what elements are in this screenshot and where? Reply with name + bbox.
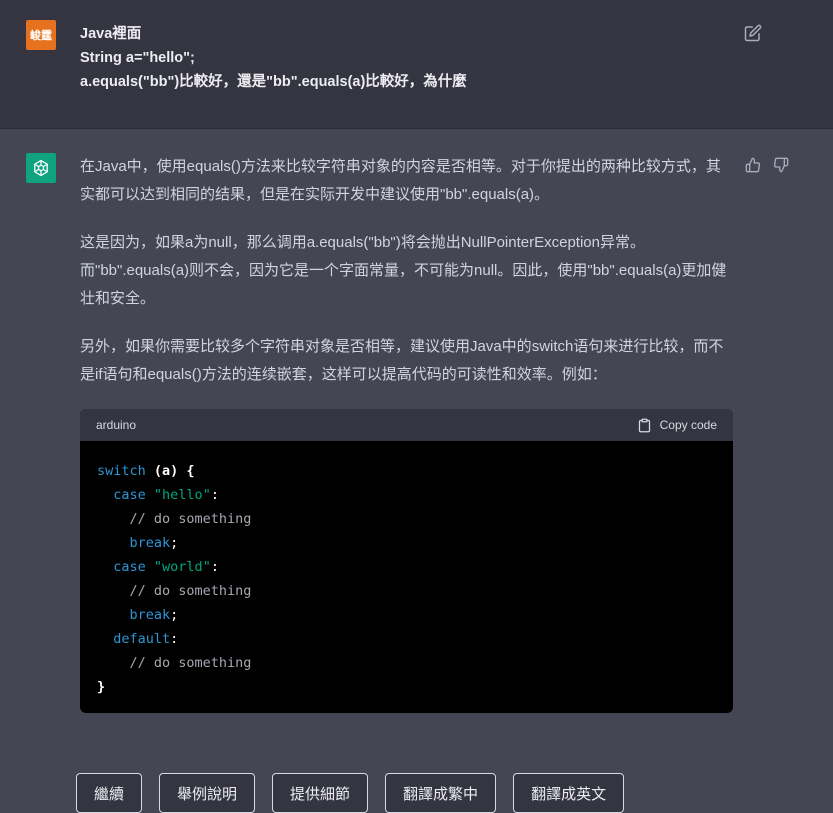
code-block: arduino Copy code switch (a) { case "hel… bbox=[80, 409, 733, 713]
user-message-text: Java裡面 String a="hello"; a.equals("bb")比… bbox=[80, 22, 700, 94]
copy-code-label: Copy code bbox=[659, 418, 717, 432]
edit-icon[interactable] bbox=[744, 24, 762, 42]
suggestion-buttons: 繼續 舉例說明 提供細節 翻譯成繁中 翻譯成英文 bbox=[76, 773, 625, 813]
thumbs-down-icon[interactable] bbox=[773, 157, 789, 173]
clipboard-icon bbox=[638, 418, 650, 432]
thumbs-up-icon[interactable] bbox=[745, 157, 761, 173]
suggestion-example-button[interactable]: 舉例說明 bbox=[159, 773, 256, 813]
assistant-paragraph: 在Java中，使用equals()方法来比较字符串对象的内容是否相等。对于你提出… bbox=[80, 158, 721, 203]
assistant-paragraph: 这是因为，如果a为null，那么调用a.equals("bb")将会抛出Null… bbox=[80, 234, 727, 307]
assistant-paragraph: 另外，如果你需要比较多个字符串对象是否相等，建议使用Java中的switch语句… bbox=[80, 338, 724, 383]
suggestion-translate-en-button[interactable]: 翻譯成英文 bbox=[513, 773, 625, 813]
suggestion-translate-zh-button[interactable]: 翻譯成繁中 bbox=[385, 773, 497, 813]
user-message: 峻霆 Java裡面 String a="hello"; a.equals("bb… bbox=[0, 0, 833, 129]
code-block-header: arduino Copy code bbox=[80, 409, 733, 441]
suggestion-details-button[interactable]: 提供細節 bbox=[272, 773, 369, 813]
user-line: a.equals("bb")比較好，還是"bb".equals(a)比較好，為什… bbox=[80, 74, 467, 90]
code-language-label: arduino bbox=[96, 418, 137, 432]
user-avatar: 峻霆 bbox=[26, 20, 56, 50]
user-line: Java裡面 bbox=[80, 26, 142, 42]
assistant-message-text: 在Java中，使用equals()方法来比较字符串对象的内容是否相等。对于你提出… bbox=[80, 153, 730, 409]
openai-logo-icon bbox=[26, 153, 56, 183]
user-line: String a="hello"; bbox=[80, 50, 195, 66]
assistant-message: 在Java中，使用equals()方法来比较字符串对象的内容是否相等。对于你提出… bbox=[0, 129, 833, 808]
copy-code-button[interactable]: Copy code bbox=[637, 418, 717, 433]
code-content: switch (a) { case "hello": // do somethi… bbox=[97, 463, 252, 695]
suggestion-continue-button[interactable]: 繼續 bbox=[76, 773, 143, 813]
